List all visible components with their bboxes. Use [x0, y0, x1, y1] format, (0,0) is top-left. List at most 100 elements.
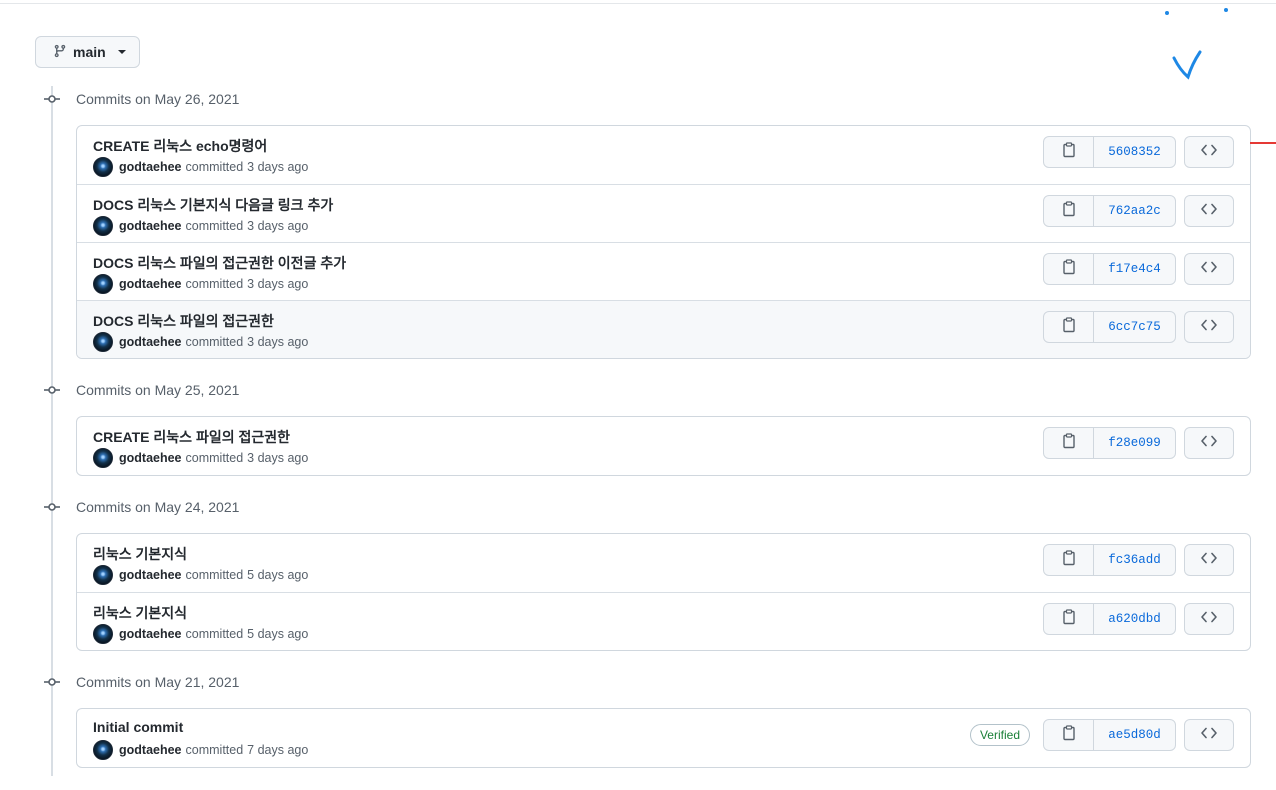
branch-selector-button[interactable]: main: [35, 36, 140, 68]
avatar[interactable]: [93, 624, 113, 644]
sha-button-group: f17e4c4: [1043, 253, 1176, 285]
browse-repo-button[interactable]: [1184, 544, 1234, 576]
sha-button-group: ae5d80d: [1043, 719, 1176, 751]
commit-group-header: Commits on May 26, 2021: [44, 89, 239, 109]
commit-message-link[interactable]: CREATE 리눅스 echo명령어: [93, 136, 267, 156]
browse-repo-button[interactable]: [1184, 311, 1234, 343]
avatar[interactable]: [93, 274, 113, 294]
copy-sha-button[interactable]: [1044, 604, 1094, 634]
browse-repo-button[interactable]: [1184, 136, 1234, 168]
browse-repo-button[interactable]: [1184, 603, 1234, 635]
author-link[interactable]: godtaehee: [119, 160, 182, 174]
code-icon: [1201, 434, 1217, 452]
commit-sha-link[interactable]: f28e099: [1094, 428, 1175, 458]
avatar[interactable]: [93, 216, 113, 236]
git-commit-icon: [44, 499, 60, 515]
commit-message-link[interactable]: 리눅스 기본지식: [93, 603, 187, 623]
relative-time: 3 days ago: [247, 335, 309, 349]
commit-message-link[interactable]: CREATE 리눅스 파일의 접근권한: [93, 427, 290, 447]
clipboard-icon: [1062, 316, 1076, 338]
avatar[interactable]: [93, 448, 113, 468]
commit-sha-link[interactable]: a620dbd: [1094, 604, 1175, 634]
annotation-dot: [1224, 8, 1228, 12]
committed-verb: committed: [185, 627, 244, 641]
commit-actions: f17e4c4: [1043, 253, 1234, 285]
sha-button-group: fc36add: [1043, 544, 1176, 576]
author-link[interactable]: godtaehee: [119, 627, 182, 641]
avatar[interactable]: [93, 565, 113, 585]
commit-message-link[interactable]: DOCS 리눅스 파일의 접근권한: [93, 311, 274, 331]
avatar[interactable]: [93, 332, 113, 352]
committed-verb: committed: [185, 277, 244, 291]
commit-actions: 5608352: [1043, 136, 1234, 168]
code-icon: [1201, 318, 1217, 336]
copy-sha-button[interactable]: [1044, 196, 1094, 226]
copy-sha-button[interactable]: [1044, 254, 1094, 284]
git-commit-icon: [44, 91, 60, 107]
commit-row: CREATE 리눅스 파일의 접근권한 godtaehee committed 3 d…: [77, 417, 1250, 475]
commit-sha-link[interactable]: 762aa2c: [1094, 196, 1175, 226]
avatar[interactable]: [93, 740, 113, 760]
commit-group-date: Commits on May 25, 2021: [76, 382, 240, 398]
browse-repo-button[interactable]: [1184, 719, 1234, 751]
commit-message-link[interactable]: Initial commit: [93, 719, 183, 735]
commit-list: CREATE 리눅스 echo명령어 godtaehee committed 3 da…: [76, 125, 1251, 359]
copy-sha-button[interactable]: [1044, 720, 1094, 750]
commit-sha-link[interactable]: 6cc7c75: [1094, 312, 1175, 342]
code-icon: [1201, 143, 1217, 161]
commit-actions: 762aa2c: [1043, 195, 1234, 227]
commit-actions: f28e099: [1043, 427, 1234, 459]
commit-row: 리눅스 기본지식 godtaehee committed 5 days ago fc36…: [77, 534, 1250, 592]
code-icon: [1201, 610, 1217, 628]
author-link[interactable]: godtaehee: [119, 451, 182, 465]
commit-meta: godtaehee committed 5 days ago: [93, 624, 308, 644]
browse-repo-button[interactable]: [1184, 427, 1234, 459]
clipboard-icon: [1062, 200, 1076, 222]
commit-sha-link[interactable]: ae5d80d: [1094, 720, 1175, 750]
commit-actions: 6cc7c75: [1043, 311, 1234, 343]
copy-sha-button[interactable]: [1044, 545, 1094, 575]
annotation-red-mark: [1250, 142, 1276, 144]
commit-meta: godtaehee committed 3 days ago: [93, 448, 308, 468]
commit-sha-link[interactable]: 5608352: [1094, 137, 1175, 167]
commit-row: 리눅스 기본지식 godtaehee committed 5 days ago a620…: [77, 592, 1250, 650]
relative-time: 3 days ago: [247, 451, 309, 465]
commit-sha-link[interactable]: fc36add: [1094, 545, 1175, 575]
committed-verb: committed: [185, 160, 244, 174]
author-link[interactable]: godtaehee: [119, 743, 182, 757]
code-icon: [1201, 726, 1217, 744]
sha-button-group: 6cc7c75: [1043, 311, 1176, 343]
git-commit-icon: [44, 674, 60, 690]
caret-down-icon: [117, 50, 126, 54]
commit-message-link[interactable]: 리눅스 기본지식: [93, 544, 187, 564]
commit-sha-link[interactable]: f17e4c4: [1094, 254, 1175, 284]
commit-group-header: Commits on May 25, 2021: [44, 380, 239, 400]
browse-repo-button[interactable]: [1184, 195, 1234, 227]
author-link[interactable]: godtaehee: [119, 568, 182, 582]
author-link[interactable]: godtaehee: [119, 335, 182, 349]
commit-message-link[interactable]: DOCS 리눅스 기본지식 다음글 링크 추가: [93, 195, 333, 215]
relative-time: 5 days ago: [247, 627, 309, 641]
relative-time: 7 days ago: [247, 743, 309, 757]
annotation-checkmark: [1172, 50, 1202, 80]
committed-verb: committed: [185, 743, 244, 757]
commit-actions: fc36add: [1043, 544, 1234, 576]
copy-sha-button[interactable]: [1044, 428, 1094, 458]
verified-badge[interactable]: Verified: [969, 724, 1030, 746]
copy-sha-button[interactable]: [1044, 137, 1094, 167]
git-commit-icon: [44, 382, 60, 398]
browse-repo-button[interactable]: [1184, 253, 1234, 285]
commit-list: CREATE 리눅스 파일의 접근권한 godtaehee committed 3 d…: [76, 416, 1251, 476]
clipboard-icon: [1062, 141, 1076, 163]
code-icon: [1201, 260, 1217, 278]
commit-list: Initial commit godtaehee committed 7 days a…: [76, 708, 1251, 768]
commit-group-date: Commits on May 24, 2021: [76, 499, 240, 515]
author-link[interactable]: godtaehee: [119, 277, 182, 291]
author-link[interactable]: godtaehee: [119, 219, 182, 233]
avatar[interactable]: [93, 157, 113, 177]
committed-verb: committed: [185, 568, 244, 582]
commit-message-link[interactable]: DOCS 리눅스 파일의 접근권한 이전글 추가: [93, 253, 346, 273]
relative-time: 3 days ago: [247, 160, 309, 174]
copy-sha-button[interactable]: [1044, 312, 1094, 342]
commit-group-header: Commits on May 24, 2021: [44, 497, 239, 517]
